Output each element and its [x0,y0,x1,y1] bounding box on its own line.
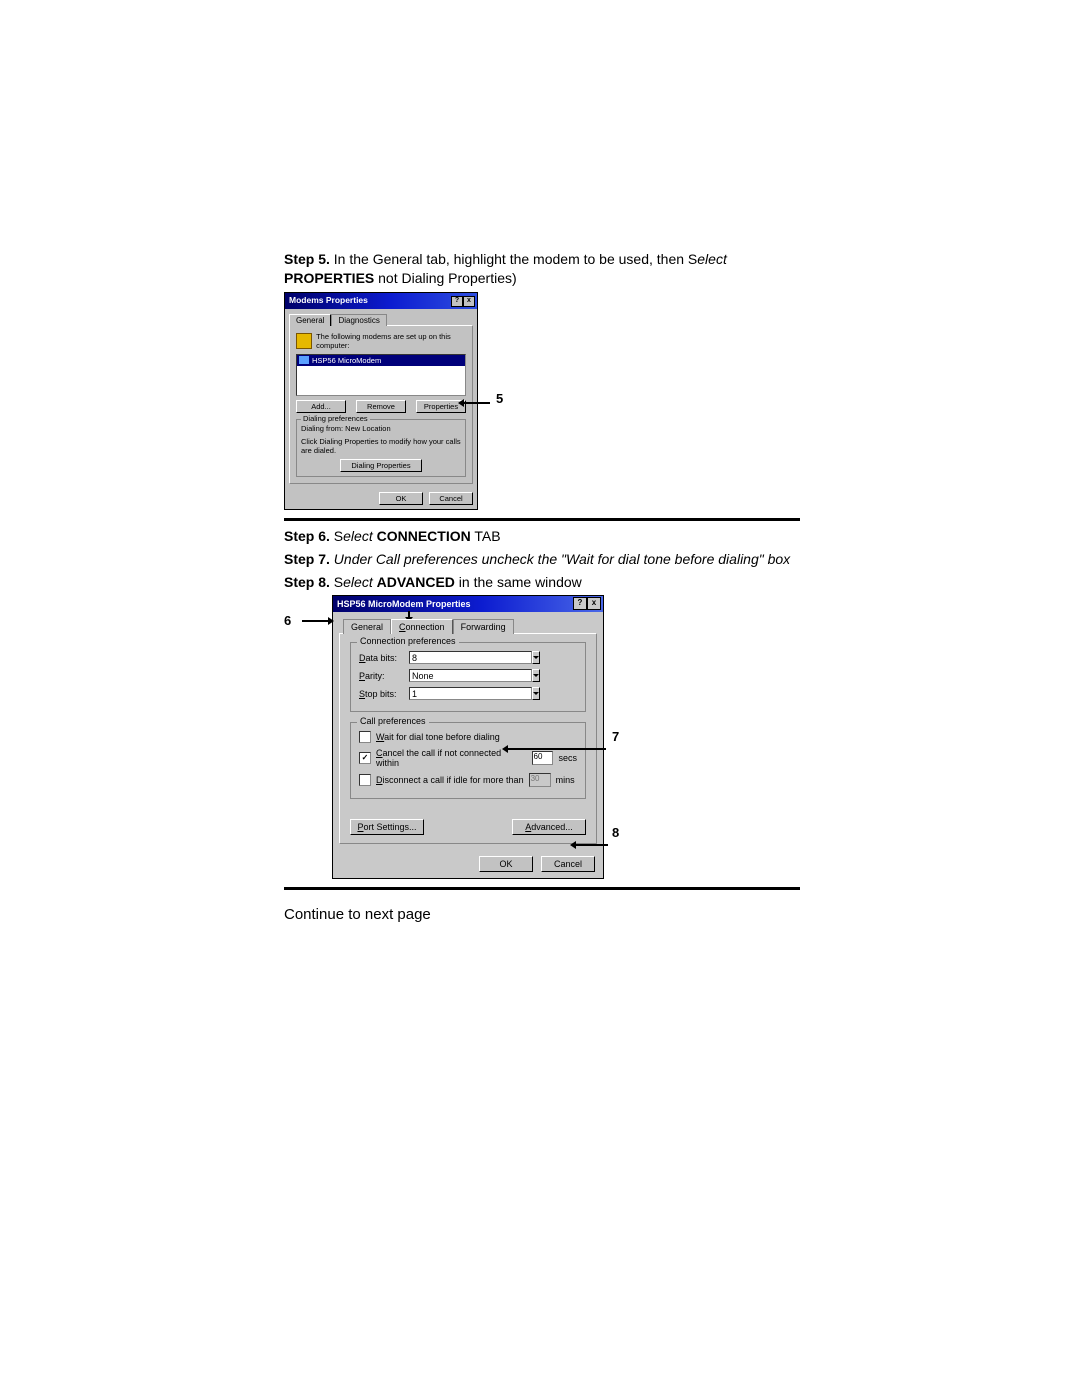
tab-general[interactable]: General [289,314,331,326]
wait-dialtone-label: Wait for dial tone before dialing [376,732,500,742]
data-bits-combo[interactable] [409,651,504,664]
dialog-tabs: GeneralDiagnostics [285,309,477,325]
callout-8: 8 [612,825,619,840]
arrow-icon [572,844,608,846]
dialog-footer: OK Cancel [333,850,603,878]
disconnect-value: 30 [529,773,551,787]
parity-input[interactable] [409,669,532,682]
tab-diagnostics[interactable]: Diagnostics [331,314,386,326]
intro-text: The following modems are set up on this … [316,332,466,350]
dialing-from-text: Dialing from: New Location [301,424,461,433]
callout-7: 7 [612,729,619,744]
cancel-button[interactable]: Cancel [429,492,473,505]
dialing-preferences-group: Dialing preferences Dialing from: New Lo… [296,419,466,477]
divider [284,518,800,521]
parity-label: Parity: [359,671,409,681]
help-icon[interactable]: ? [451,296,463,307]
dialog-footer: OK Cancel [285,488,477,509]
modem-properties-figure: Modems Properties ?x GeneralDiagnostics … [284,292,484,510]
dialing-properties-button[interactable]: Dialing Properties [340,459,422,472]
stop-bits-combo[interactable] [409,687,504,700]
port-settings-button[interactable]: Port Settings... [350,819,424,835]
dialog-titlebar: Modems Properties ?x [285,293,477,309]
data-bits-input[interactable] [409,651,532,664]
dialog-title: HSP56 MicroModem Properties [337,599,471,609]
dialing-hint-text: Click Dialing Properties to modify how y… [301,437,461,455]
tab-forwarding[interactable]: Forwarding [453,619,514,634]
cancel-button[interactable]: Cancel [541,856,595,872]
modem-item-label: HSP56 MicroModem [312,356,381,365]
help-icon[interactable]: ? [573,597,587,610]
modem-properties-dialog: Modems Properties ?x GeneralDiagnostics … [284,292,478,510]
callout-6: 6 [284,613,291,628]
wait-dialtone-checkbox[interactable] [359,731,371,743]
step7-text: Step 7. Under Call preferences uncheck t… [284,550,800,569]
dropdown-icon[interactable] [532,669,540,682]
dialog-tabs: GeneralConnectionForwarding [333,612,603,633]
stop-bits-input[interactable] [409,687,532,700]
parity-row: Parity: [359,669,577,682]
group-title: Connection preferences [357,636,459,646]
add-button[interactable]: Add... [296,400,346,413]
group-title: Dialing preferences [301,414,370,423]
advanced-button[interactable]: Advanced... [512,819,586,835]
stop-bits-row: Stop bits: [359,687,577,700]
close-icon[interactable]: x [587,597,601,610]
disconnect-checkbox[interactable] [359,774,371,786]
parity-combo[interactable] [409,669,504,682]
tab-general[interactable]: General [343,619,391,634]
modem-list[interactable]: HSP56 MicroModem [296,354,466,396]
micromodem-properties-dialog: HSP56 MicroModem Properties ?x GeneralCo… [332,595,604,879]
remove-button[interactable]: Remove [356,400,406,413]
callout-5: 5 [496,391,503,406]
data-bits-row: Data bits: [359,651,577,664]
call-preferences-group: Call preferences Wait for dial tone befo… [350,722,586,799]
group-title: Call preferences [357,716,429,726]
step8-text: Step 8. Select ADVANCED in the same wind… [284,573,800,592]
stop-bits-label: Stop bits: [359,689,409,699]
modem-folder-icon [296,333,312,349]
modem-item-selected[interactable]: HSP56 MicroModem [297,355,465,366]
wait-dialtone-row: Wait for dial tone before dialing [359,731,577,743]
disconnect-row: Disconnect a call if idle for more than … [359,773,577,787]
disconnect-label: Disconnect a call if idle for more than [376,775,524,785]
step6-text: Step 6. Select CONNECTION TAB [284,527,800,546]
micromodem-properties-figure: 6 HSP56 MicroModem Properties ?x General… [332,595,642,879]
arrow-icon [460,402,490,404]
modem-icon [299,356,309,364]
cancel-call-checkbox[interactable]: ✓ [359,752,371,764]
arrow-icon [302,620,332,622]
dropdown-icon[interactable] [532,687,540,700]
button-row: Add... Remove Properties [296,400,466,413]
titlebar-buttons: ?x [573,597,601,610]
titlebar-buttons: ?x [451,294,475,307]
intro-row: The following modems are set up on this … [296,332,466,350]
continue-text: Continue to next page [284,906,800,923]
dropdown-icon[interactable] [532,651,540,664]
connection-preferences-group: Connection preferences Data bits: Parity… [350,642,586,712]
dialog-titlebar: HSP56 MicroModem Properties ?x [333,596,603,612]
disconnect-unit: mins [556,775,575,785]
divider [284,887,800,890]
cancel-call-value[interactable]: 60 [532,751,554,765]
dialog-title: Modems Properties [289,295,368,305]
close-icon[interactable]: x [463,296,475,307]
step5-text: Step 5. In the General tab, highlight th… [284,250,800,288]
arrow-icon [504,748,606,750]
cancel-call-row: ✓ Cancel the call if not connected withi… [359,748,577,768]
ok-button[interactable]: OK [479,856,533,872]
ok-button[interactable]: OK [379,492,423,505]
tab-panel: The following modems are set up on this … [289,325,473,484]
cancel-call-unit: secs [558,753,577,763]
tab-panel: Connection preferences Data bits: Parity… [339,633,597,844]
data-bits-label: Data bits: [359,653,409,663]
tab-connection[interactable]: Connection [391,619,453,634]
button-row: Port Settings... Advanced... [350,819,586,835]
